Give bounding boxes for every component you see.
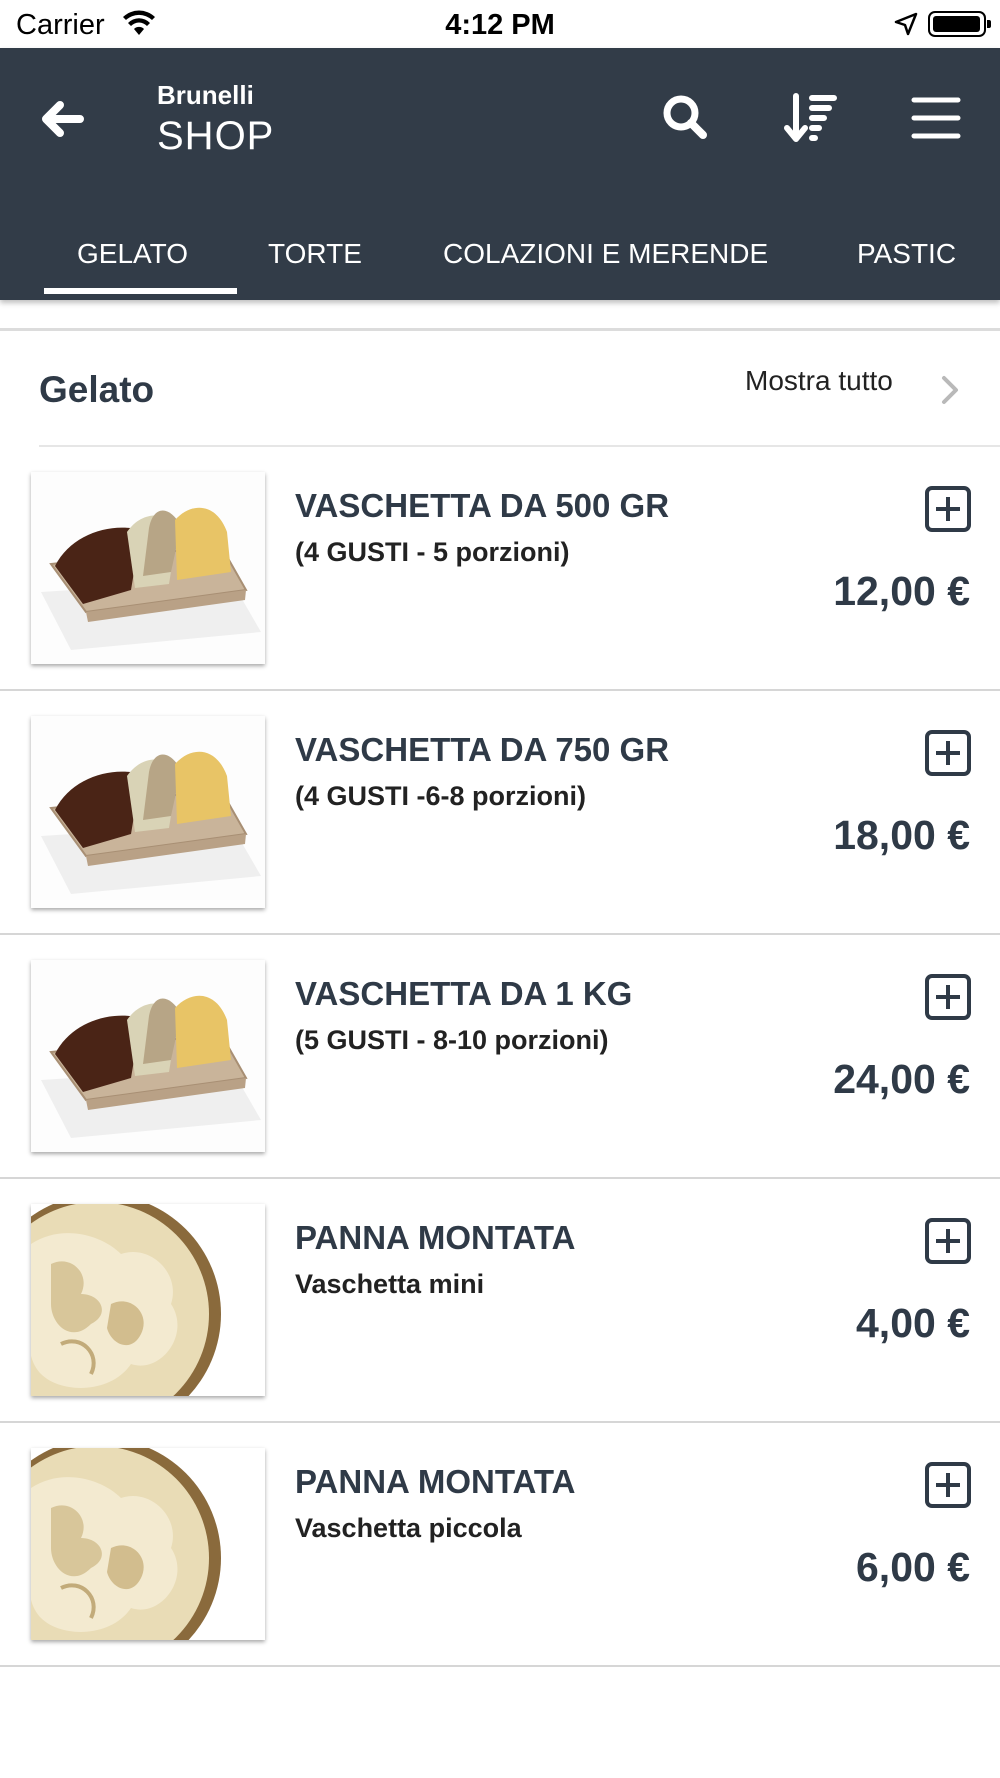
- back-arrow-icon[interactable]: [36, 94, 86, 144]
- product-subtitle: (4 GUSTI -6-8 porzioni): [295, 781, 587, 811]
- product-title: VASCHETTA DA 750 GR: [295, 731, 670, 768]
- add-to-cart-icon[interactable]: [924, 485, 972, 533]
- whipped-cream-image: [31, 1204, 265, 1396]
- search-icon[interactable]: [656, 88, 716, 148]
- product-title: PANNA MONTATA: [295, 1463, 576, 1500]
- brand-shop-label: SHOP: [157, 114, 275, 158]
- tab-pasticceria[interactable]: PASTIC: [857, 224, 956, 300]
- product-price: 24,00 €: [833, 1056, 970, 1102]
- product-title: VASCHETTA DA 500 GR: [295, 487, 670, 524]
- gelato-tub-image: [31, 716, 265, 908]
- brand-name: Brunelli: [157, 80, 254, 110]
- product-subtitle: (5 GUSTI - 8-10 porzioni): [295, 1025, 609, 1055]
- status-time: 4:12 PM: [445, 9, 555, 41]
- location-arrow-icon: [894, 12, 918, 41]
- product-price: 6,00 €: [856, 1544, 970, 1590]
- selected-tab-indicator: [44, 288, 237, 294]
- product-subtitle: Vaschetta piccola: [295, 1513, 522, 1543]
- product-price: 18,00 €: [833, 812, 970, 858]
- tab-torte[interactable]: TORTE: [268, 224, 362, 300]
- product-price: 12,00 €: [833, 568, 970, 614]
- product-row[interactable]: VASCHETTA DA 500 GR (4 GUSTI - 5 porzion…: [0, 447, 1000, 691]
- status-bar: Carrier 4:12 PM: [0, 0, 1000, 48]
- section-title: Gelato: [39, 369, 155, 410]
- product-row[interactable]: VASCHETTA DA 750 GR (4 GUSTI -6-8 porzio…: [0, 691, 1000, 935]
- gelato-tub-image: [31, 472, 265, 664]
- whipped-cream-image: [31, 1448, 265, 1640]
- product-row[interactable]: VASCHETTA DA 1 KG (5 GUSTI - 8-10 porzio…: [0, 935, 1000, 1179]
- product-row[interactable]: PANNA MONTATA Vaschetta mini 4,00 €: [0, 1179, 1000, 1423]
- battery-icon: [928, 11, 991, 37]
- product-subtitle: Vaschetta mini: [295, 1269, 485, 1299]
- gelato-tub-image: [31, 960, 265, 1152]
- product-title: VASCHETTA DA 1 KG: [295, 975, 633, 1012]
- product-title: PANNA MONTATA: [295, 1219, 576, 1256]
- product-price: 4,00 €: [856, 1300, 970, 1346]
- sort-icon[interactable]: [782, 88, 842, 148]
- product-row[interactable]: PANNA MONTATA Vaschetta piccola 6,00 €: [0, 1423, 1000, 1667]
- app-header: Brunelli SHOP GELATO TORTE COLAZIONI E M…: [0, 48, 1000, 300]
- add-to-cart-icon[interactable]: [924, 1461, 972, 1509]
- add-to-cart-icon[interactable]: [924, 729, 972, 777]
- add-to-cart-icon[interactable]: [924, 973, 972, 1021]
- menu-icon[interactable]: [906, 88, 966, 148]
- chevron-right-icon[interactable]: [938, 373, 962, 412]
- tab-colazioni-e-merende[interactable]: COLAZIONI E MERENDE: [443, 224, 768, 300]
- divider: [0, 328, 1000, 331]
- show-all-link[interactable]: Mostra tutto: [745, 365, 893, 397]
- product-subtitle: (4 GUSTI - 5 porzioni): [295, 537, 570, 567]
- add-to-cart-icon[interactable]: [924, 1217, 972, 1265]
